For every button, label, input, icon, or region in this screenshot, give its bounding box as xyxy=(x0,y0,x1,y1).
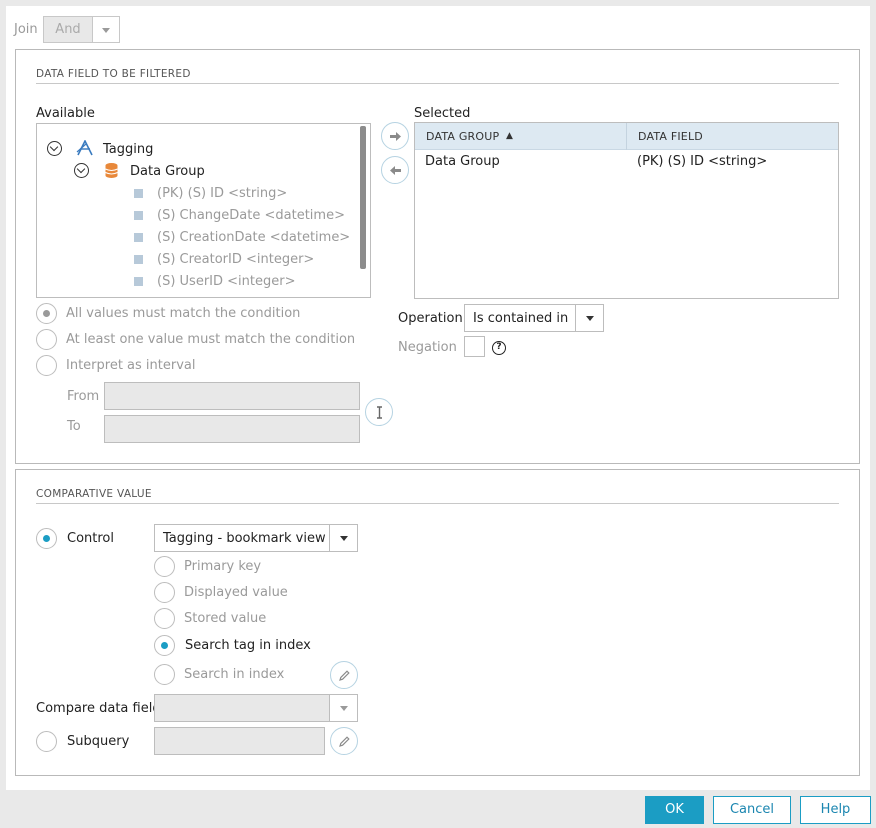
to-label: To xyxy=(67,419,81,434)
pencil-icon xyxy=(339,736,350,747)
search-index-label: Search in index xyxy=(184,667,285,682)
collapse-data-group-icon[interactable] xyxy=(74,163,89,178)
window-frame-left xyxy=(0,0,6,790)
database-icon xyxy=(105,163,118,178)
from-input[interactable] xyxy=(104,382,360,410)
compare-field-label: Compare data field xyxy=(36,701,161,716)
control-radio[interactable] xyxy=(36,528,57,549)
at-least-one-label: At least one value must match the condit… xyxy=(66,332,356,347)
field-square-icon xyxy=(134,189,143,198)
help-button[interactable]: Help xyxy=(800,796,871,824)
compare-field-select[interactable] xyxy=(154,694,358,722)
window-frame-right xyxy=(870,0,876,790)
compare-field-select-arrow[interactable] xyxy=(329,695,357,721)
comparative-value-section xyxy=(15,469,860,776)
all-values-label: All values must match the condition xyxy=(66,306,301,321)
arrow-left-icon xyxy=(390,166,401,175)
interval-label: Interpret as interval xyxy=(66,358,196,373)
row-data-field-cell: (PK) (S) ID <string> xyxy=(637,154,768,169)
operation-label: Operation xyxy=(398,311,463,326)
column-separator xyxy=(626,123,627,150)
operation-select-value: Is contained in xyxy=(473,310,569,326)
field-square-icon xyxy=(134,255,143,264)
filter-section-title: DATA FIELD TO BE FILTERED xyxy=(36,68,191,80)
negation-checkbox[interactable] xyxy=(464,336,485,357)
chevron-down-icon xyxy=(339,706,348,711)
sort-ascending-icon: ▲ xyxy=(506,131,514,141)
cancel-button[interactable]: Cancel xyxy=(713,796,791,824)
collapse-tagging-icon[interactable] xyxy=(47,141,62,156)
control-select-value: Tagging - bookmark view xyxy=(163,530,326,546)
help-icon[interactable]: ? xyxy=(492,341,506,355)
join-select-arrow[interactable] xyxy=(92,17,119,42)
comparative-section-divider xyxy=(36,503,839,504)
stored-value-radio[interactable] xyxy=(154,608,175,629)
tree-scrollbar[interactable] xyxy=(360,126,366,269)
chevron-down-icon xyxy=(339,536,348,541)
ok-button[interactable]: OK xyxy=(645,796,704,824)
from-label: From xyxy=(67,389,100,404)
grid-header: DATA GROUP ▲ DATA FIELD xyxy=(415,123,838,150)
all-values-radio[interactable] xyxy=(36,303,57,324)
tree-field-item[interactable]: (S) UserID <integer> xyxy=(157,274,295,289)
row-data-group-cell: Data Group xyxy=(425,154,500,169)
to-input[interactable] xyxy=(104,415,360,443)
add-field-button[interactable] xyxy=(381,122,409,150)
negation-label: Negation xyxy=(398,340,457,355)
table-row[interactable]: Data Group (PK) (S) ID <string> xyxy=(415,151,838,173)
subquery-radio[interactable] xyxy=(36,731,57,752)
edit-subquery-button[interactable] xyxy=(330,727,358,755)
text-cursor-icon xyxy=(377,406,382,419)
primary-key-label: Primary key xyxy=(184,559,262,574)
tagging-module-icon xyxy=(76,140,93,156)
join-select[interactable]: And xyxy=(43,16,120,43)
subquery-label: Subquery xyxy=(67,734,130,749)
join-select-value: And xyxy=(55,22,81,37)
stored-value-label: Stored value xyxy=(184,611,267,626)
search-tag-label: Search tag in index xyxy=(185,638,311,653)
tree-field-item[interactable]: (S) CreatorID <integer> xyxy=(157,252,314,267)
comparative-section-title: COMPARATIVE VALUE xyxy=(36,488,152,500)
interval-radio[interactable] xyxy=(36,355,57,376)
window-frame-top xyxy=(0,0,876,6)
at-least-one-radio[interactable] xyxy=(36,329,57,350)
column-header-data-group[interactable]: DATA GROUP xyxy=(426,123,499,150)
filter-section-divider xyxy=(36,83,839,84)
tree-data-group[interactable]: Data Group xyxy=(130,164,205,179)
operation-select-arrow[interactable] xyxy=(575,305,603,331)
field-square-icon xyxy=(134,211,143,220)
tree-field-item[interactable]: (S) CreationDate <datetime> xyxy=(157,230,350,245)
tree-root-tagging[interactable]: Tagging xyxy=(103,142,153,157)
chevron-down-icon xyxy=(585,316,594,321)
displayed-value-label: Displayed value xyxy=(184,585,288,600)
tree-field-item[interactable]: (S) ChangeDate <datetime> xyxy=(157,208,345,223)
pencil-icon xyxy=(339,670,350,681)
control-select-arrow[interactable] xyxy=(329,525,357,551)
selected-fields-grid[interactable]: DATA GROUP ▲ DATA FIELD Data Group (PK) … xyxy=(414,122,839,299)
primary-key-radio[interactable] xyxy=(154,556,175,577)
control-label: Control xyxy=(67,531,114,546)
interval-cursor-button[interactable] xyxy=(365,398,393,426)
remove-field-button[interactable] xyxy=(381,156,409,184)
subquery-input[interactable] xyxy=(154,727,325,755)
field-square-icon xyxy=(134,233,143,242)
tree-field-item[interactable]: (PK) (S) ID <string> xyxy=(157,186,287,201)
search-index-radio[interactable] xyxy=(154,664,175,685)
selected-label: Selected xyxy=(414,106,471,121)
join-label: Join xyxy=(14,22,38,37)
control-select[interactable]: Tagging - bookmark view xyxy=(154,524,358,552)
operation-select[interactable]: Is contained in xyxy=(464,304,604,332)
edit-search-index-button[interactable] xyxy=(330,661,358,689)
field-square-icon xyxy=(134,277,143,286)
column-header-data-field[interactable]: DATA FIELD xyxy=(638,123,703,150)
displayed-value-radio[interactable] xyxy=(154,582,175,603)
available-label: Available xyxy=(36,106,95,121)
search-tag-radio[interactable] xyxy=(154,635,175,656)
arrow-right-icon xyxy=(390,132,401,141)
chevron-down-icon xyxy=(102,27,110,33)
